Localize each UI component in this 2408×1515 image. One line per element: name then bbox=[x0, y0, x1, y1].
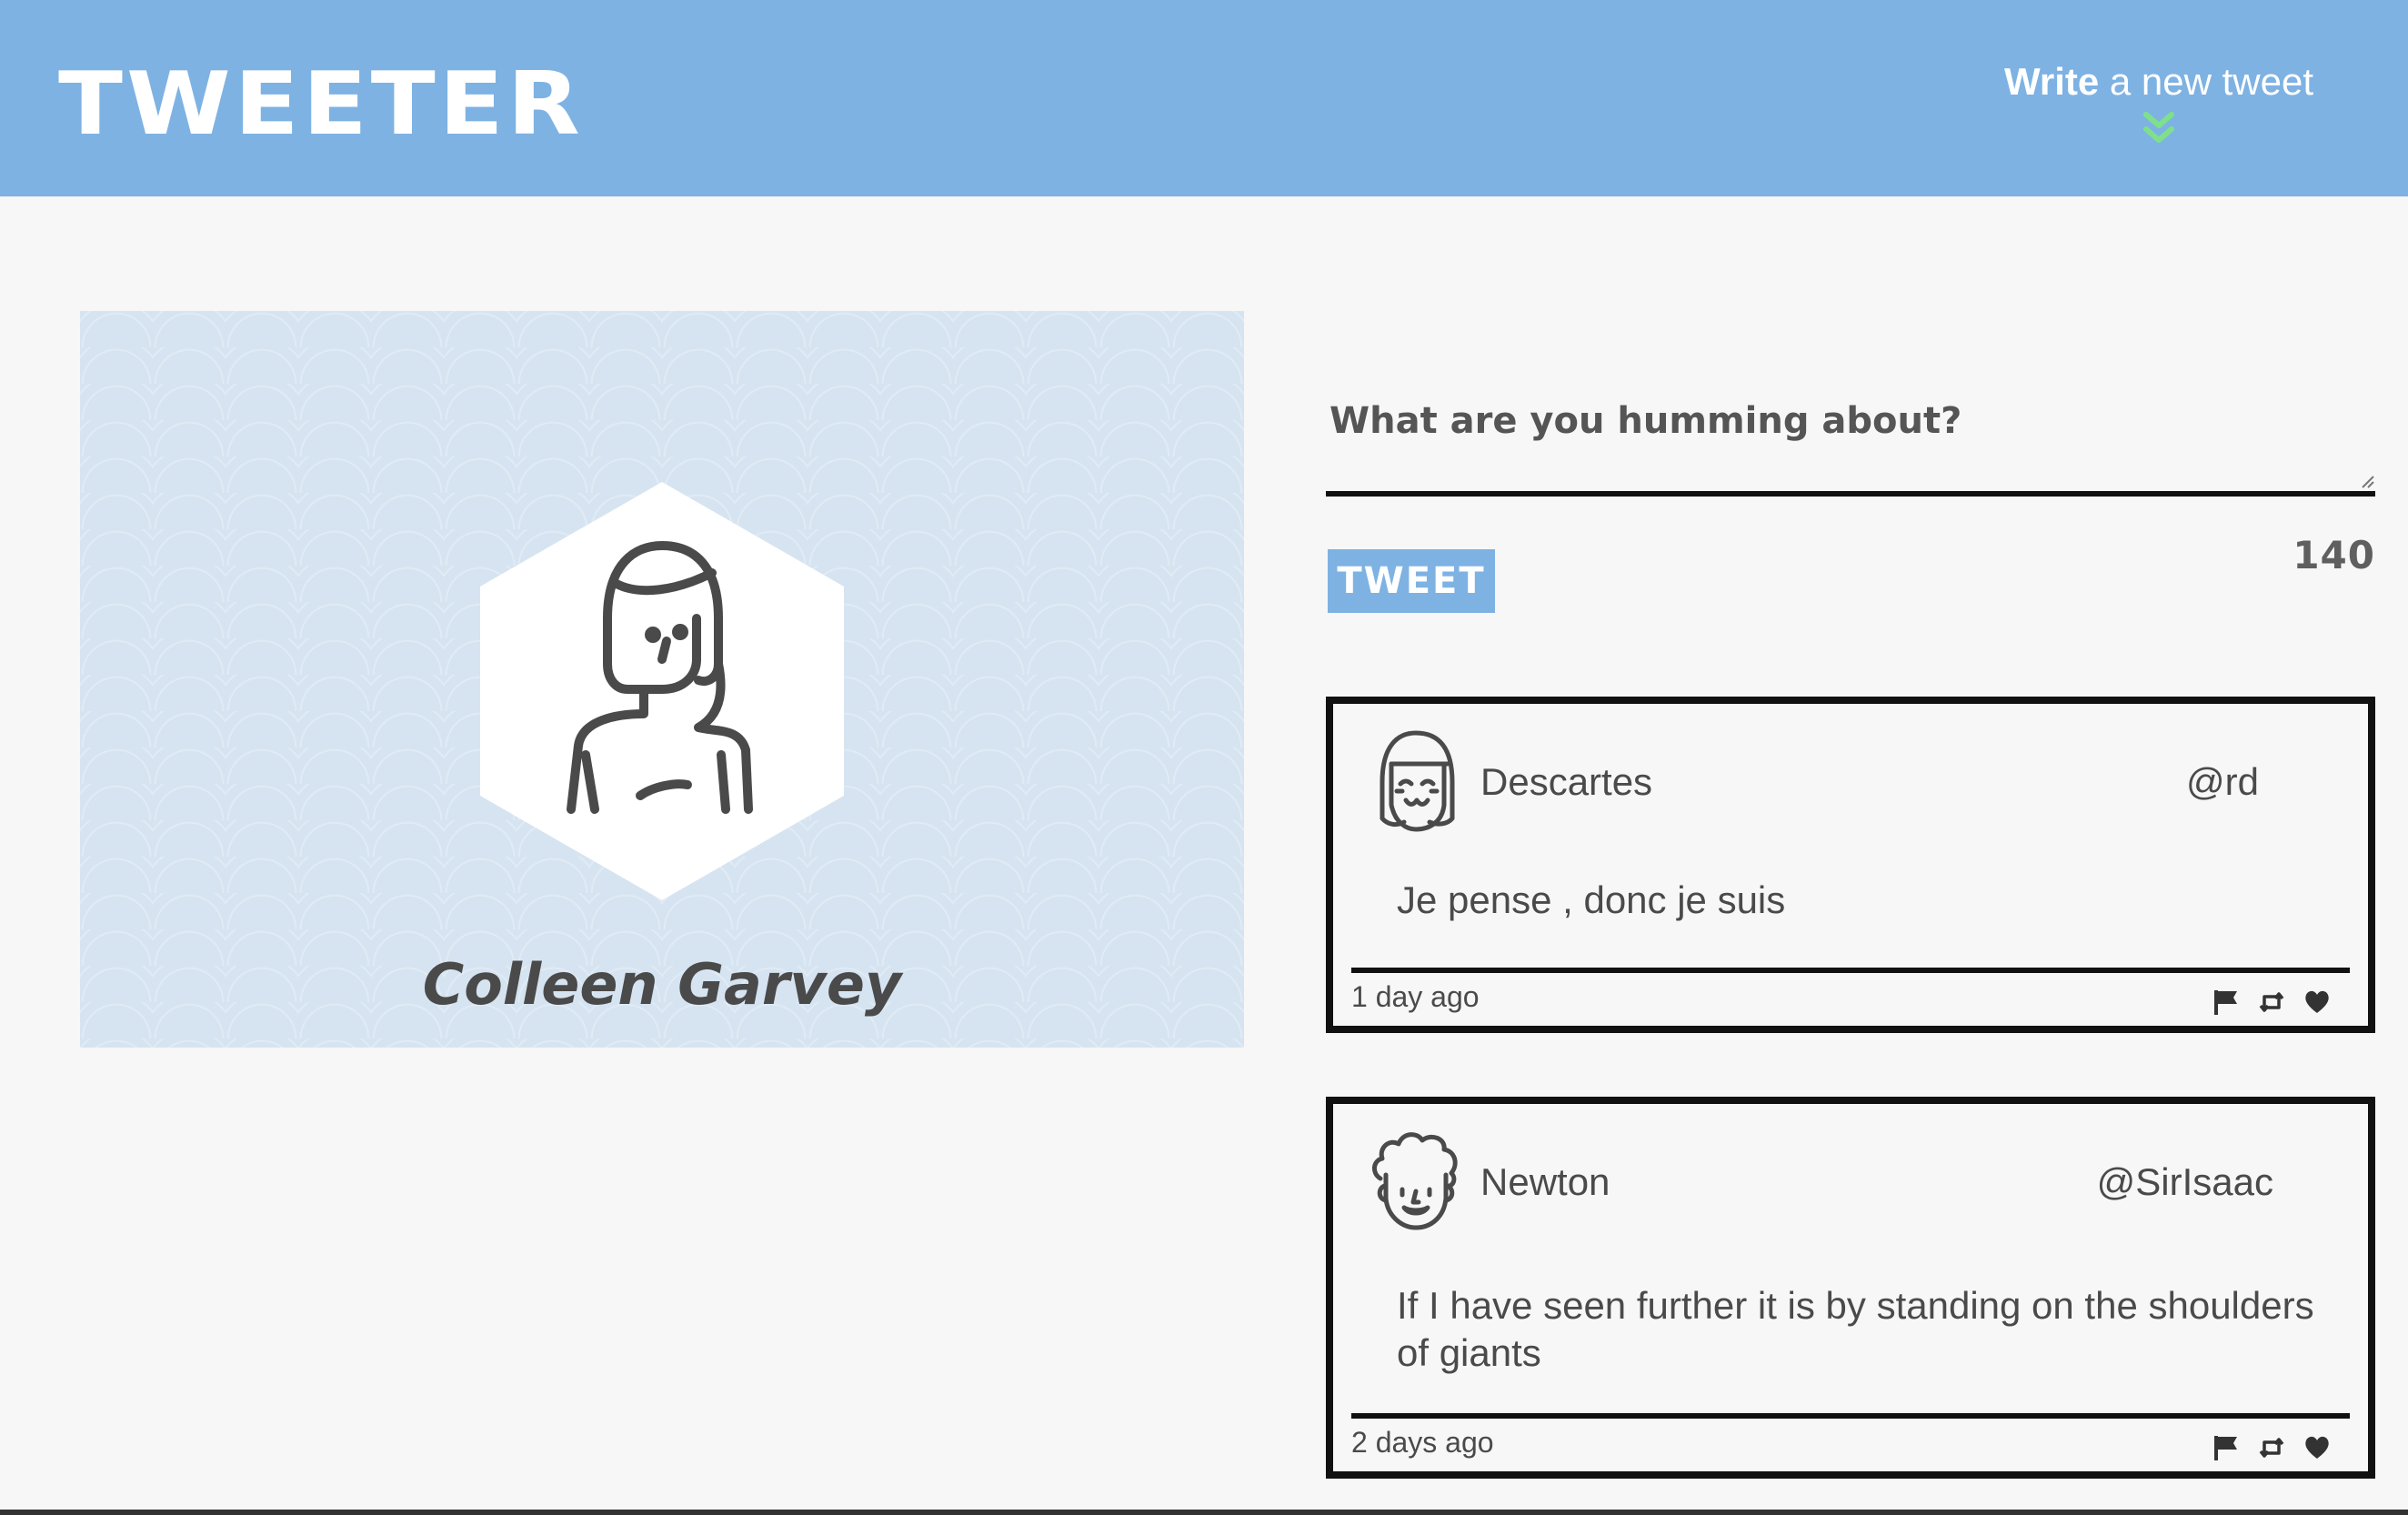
double-chevron-down-icon[interactable] bbox=[2141, 111, 2177, 147]
tweet-handle[interactable]: @SirIsaac bbox=[2097, 1160, 2273, 1204]
tweet-actions bbox=[2212, 988, 2332, 1017]
tweet-timestamp: 2 days ago bbox=[1351, 1426, 1494, 1459]
flag-icon[interactable] bbox=[2212, 988, 2241, 1017]
tweet-card: Descartes @rd Je pense , donc je suis 1 … bbox=[1326, 697, 2375, 1033]
tweet-card: Newton @SirIsaac If I have seen further … bbox=[1326, 1097, 2375, 1479]
resize-grip-icon[interactable] bbox=[2359, 473, 2375, 489]
tweet-author[interactable]: Newton bbox=[1480, 1160, 1610, 1204]
flag-icon[interactable] bbox=[2212, 1433, 2241, 1462]
retweet-icon[interactable] bbox=[2257, 1433, 2286, 1462]
page-bottom-edge bbox=[0, 1510, 2408, 1515]
tweet-textarea[interactable] bbox=[1326, 387, 2375, 497]
write-new-tweet-toggle[interactable]: Write a new tweet bbox=[1968, 56, 2350, 166]
tweet-composer bbox=[1326, 387, 2375, 497]
profile-name: Colleen Garvey bbox=[422, 951, 902, 1018]
character-counter: 140 bbox=[2293, 533, 2375, 577]
profile-avatar-hexagon bbox=[480, 482, 844, 900]
tweet-timestamp: 1 day ago bbox=[1351, 980, 1480, 1013]
write-rest-text: a new tweet bbox=[2099, 60, 2314, 103]
girl-avatar-icon bbox=[1380, 730, 1455, 832]
curly-hair-avatar-icon bbox=[1372, 1132, 1458, 1230]
tweet-text: If I have seen further it is by standing… bbox=[1397, 1284, 2314, 1374]
tweet-author[interactable]: Descartes bbox=[1480, 760, 1652, 804]
tweet-text: Je pense , donc je suis bbox=[1397, 878, 1786, 921]
tweet-divider bbox=[1351, 968, 2350, 973]
heart-icon[interactable] bbox=[2303, 1433, 2332, 1462]
write-new-tweet-label[interactable]: Write a new tweet bbox=[1968, 56, 2350, 107]
site-logo[interactable]: TWEETER bbox=[58, 60, 584, 147]
retweet-icon[interactable] bbox=[2257, 988, 2286, 1017]
top-navbar: TWEETER Write a new tweet bbox=[0, 0, 2408, 196]
profile-card: Colleen Garvey bbox=[80, 311, 1244, 1048]
tweet-divider bbox=[1351, 1413, 2350, 1419]
tweet-handle[interactable]: @rd bbox=[2186, 760, 2259, 804]
heart-icon[interactable] bbox=[2303, 988, 2332, 1017]
tweet-submit-button[interactable]: TWEET bbox=[1328, 549, 1495, 613]
write-bold-text: Write bbox=[2003, 60, 2100, 103]
tweet-actions bbox=[2212, 1433, 2332, 1462]
